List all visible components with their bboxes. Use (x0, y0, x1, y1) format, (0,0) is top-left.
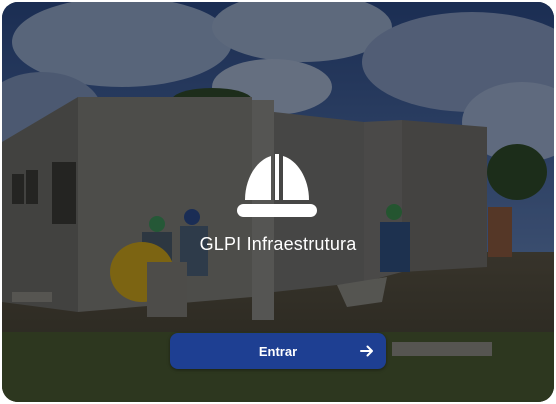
login-card: GLPI Infraestrutura Entrar (2, 2, 554, 402)
enter-button-label: Entrar (258, 343, 298, 359)
hard-hat-icon (237, 154, 317, 217)
app-title: GLPI Infraestrutura (199, 234, 357, 254)
arrow-right-icon (360, 345, 373, 357)
enter-button[interactable]: Entrar (170, 333, 386, 369)
